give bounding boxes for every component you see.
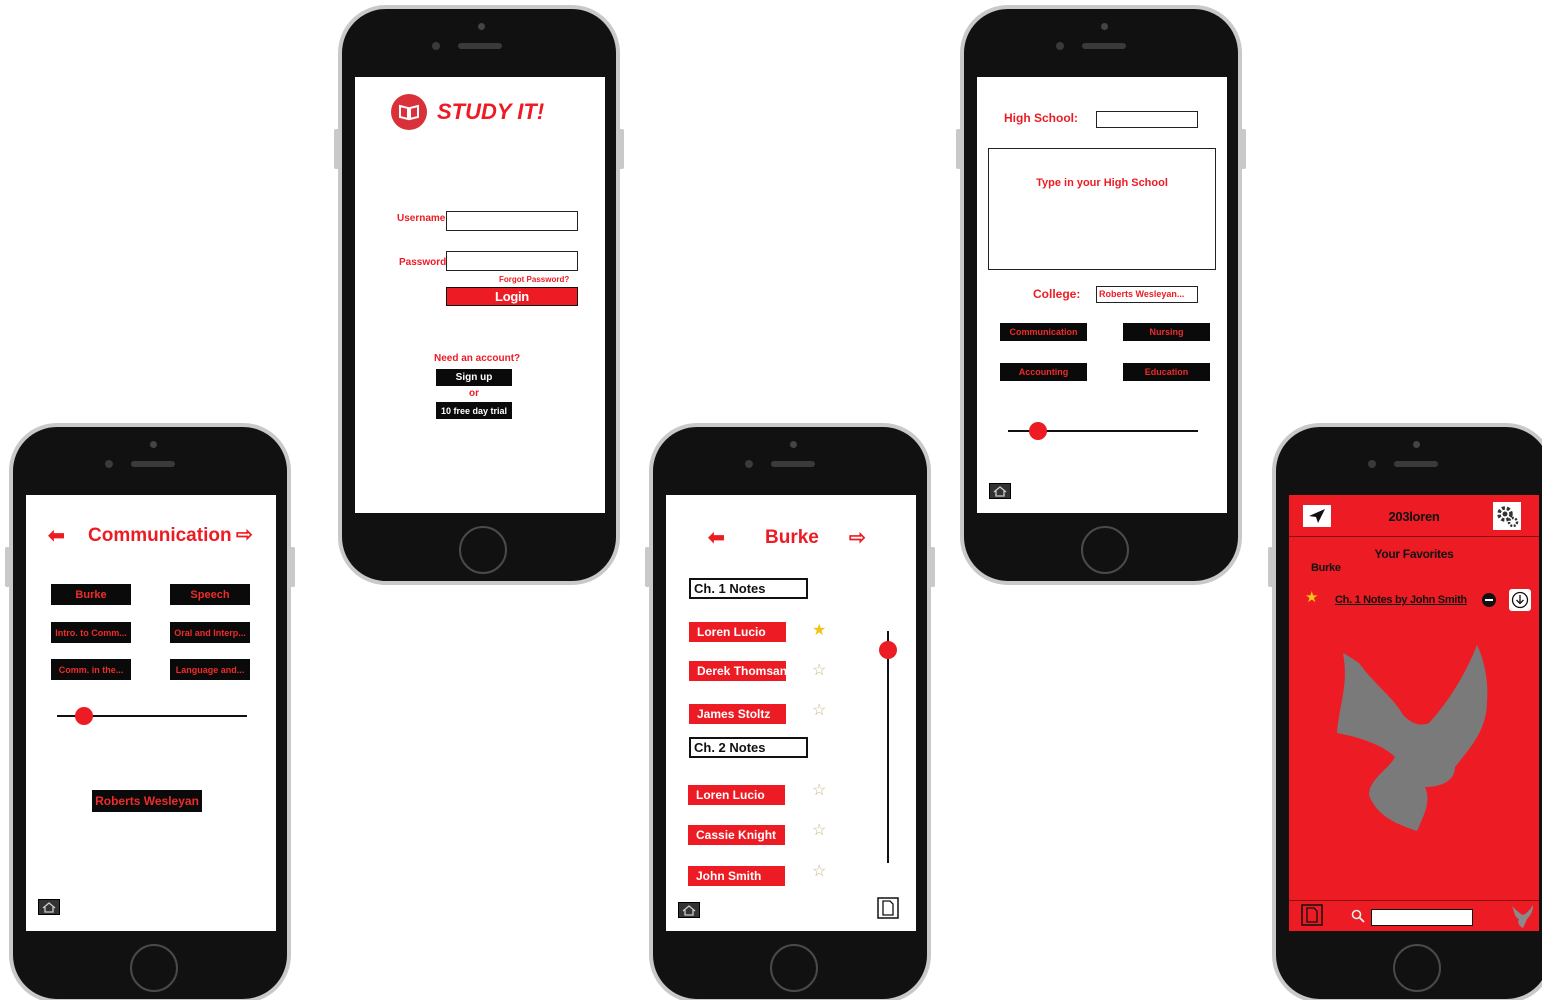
- communication-screen: ⬅ Communication ⇨ Burke Speech Intro. to…: [26, 495, 276, 931]
- login-screen: STUDY IT! Username Password Forgot Passw…: [355, 77, 605, 513]
- course-button[interactable]: Oral and Interp...: [170, 622, 250, 643]
- password-label: Password: [399, 257, 447, 268]
- favorite-star-icon[interactable]: ☆: [812, 703, 826, 719]
- section-header[interactable]: Ch. 1 Notes: [689, 578, 808, 599]
- high-school-label: High School:: [1004, 111, 1078, 125]
- free-trial-button[interactable]: 10 free day trial: [436, 402, 512, 419]
- home-icon[interactable]: [989, 483, 1011, 499]
- school-button[interactable]: Roberts Wesleyan: [92, 790, 202, 812]
- section-header[interactable]: Ch. 2 Notes: [689, 737, 808, 758]
- major-education-button[interactable]: Education: [1123, 363, 1210, 381]
- author-button[interactable]: Derek Thomsan: [689, 661, 786, 681]
- eagle-mascot-icon: [1329, 645, 1499, 835]
- burke-screen: ⬅ Burke ⇨ Ch. 1 Notes Loren Lucio ★ Dere…: [666, 495, 916, 931]
- profile-screen: 203loren Your Favorites Burke ★ Ch. 1 No…: [1289, 495, 1539, 931]
- school-screen: High School: Type in your High School Co…: [977, 77, 1227, 513]
- home-hardware-button: [459, 526, 507, 574]
- forward-arrow-icon[interactable]: ⇨: [236, 525, 253, 545]
- settings-gear-icon[interactable]: [1493, 502, 1521, 530]
- high-school-search-box[interactable]: Type in your High School: [988, 148, 1216, 270]
- eagle-nav-icon[interactable]: [1509, 903, 1535, 929]
- phone-school: High School: Type in your High School Co…: [956, 5, 1246, 585]
- favorite-star-icon[interactable]: ★: [1305, 590, 1318, 605]
- communication-slider-knob[interactable]: [75, 707, 93, 725]
- search-input[interactable]: [1371, 909, 1473, 926]
- author-button[interactable]: Loren Lucio: [689, 622, 786, 642]
- home-hardware-button: [1393, 944, 1441, 992]
- home-hardware-button: [1081, 526, 1129, 574]
- sign-up-button[interactable]: Sign up: [436, 369, 512, 386]
- need-account-text: Need an account?: [434, 353, 521, 364]
- home-icon[interactable]: [38, 899, 60, 915]
- major-accounting-button[interactable]: Accounting: [1000, 363, 1087, 381]
- favorite-star-icon[interactable]: ☆: [812, 663, 826, 679]
- scroll-knob[interactable]: [879, 641, 897, 659]
- remove-icon[interactable]: [1482, 593, 1496, 607]
- course-button[interactable]: Intro. to Comm...: [51, 622, 131, 643]
- favorite-item-link[interactable]: Ch. 1 Notes by John Smith: [1335, 594, 1467, 606]
- forgot-password-link[interactable]: Forgot Password?: [499, 275, 569, 284]
- college-label: College:: [1033, 287, 1081, 301]
- favorite-star-icon[interactable]: ☆: [812, 783, 826, 799]
- favorite-course-label: Burke: [1311, 562, 1341, 574]
- phone-profile: 203loren Your Favorites Burke ★ Ch. 1 No…: [1268, 423, 1542, 1000]
- author-button[interactable]: Loren Lucio: [688, 785, 785, 805]
- search-icon[interactable]: [1351, 909, 1365, 923]
- scroll-track[interactable]: [887, 631, 889, 863]
- header-divider: [1289, 536, 1539, 537]
- document-icon[interactable]: [1301, 904, 1323, 926]
- password-input[interactable]: [446, 251, 578, 271]
- page-title: Burke: [765, 527, 819, 548]
- username-label: Username: [397, 213, 446, 224]
- document-icon[interactable]: [877, 897, 899, 919]
- back-arrow-icon[interactable]: ⬅: [708, 528, 725, 548]
- username-input[interactable]: [446, 211, 578, 231]
- favorite-star-icon[interactable]: ★: [812, 623, 826, 639]
- major-communication-button[interactable]: Communication: [1000, 323, 1087, 341]
- favorites-title: Your Favorites: [1374, 547, 1454, 561]
- home-hardware-button: [130, 944, 178, 992]
- author-button[interactable]: Cassie Knight: [688, 825, 785, 845]
- app-logo-text: STUDY IT!: [437, 99, 545, 124]
- forward-arrow-icon[interactable]: ⇨: [849, 528, 866, 548]
- footer-divider: [1289, 900, 1539, 901]
- major-nursing-button[interactable]: Nursing: [1123, 323, 1210, 341]
- phone-communication: ⬅ Communication ⇨ Burke Speech Intro. to…: [5, 423, 295, 1000]
- page-title: Communication: [88, 525, 232, 546]
- course-button[interactable]: Language and...: [170, 659, 250, 680]
- course-button[interactable]: Speech: [170, 584, 250, 605]
- college-input[interactable]: Roberts Wesleyan...: [1096, 286, 1198, 303]
- course-button[interactable]: Burke: [51, 584, 131, 605]
- favorite-star-icon[interactable]: ☆: [812, 823, 826, 839]
- login-button[interactable]: Login: [446, 287, 578, 306]
- high-school-hint: Type in your High School: [1036, 177, 1168, 189]
- high-school-input[interactable]: [1096, 111, 1198, 128]
- author-button[interactable]: John Smith: [688, 866, 785, 886]
- school-slider-knob[interactable]: [1029, 422, 1047, 440]
- back-arrow-icon[interactable]: ⬅: [48, 526, 65, 546]
- phone-login: STUDY IT! Username Password Forgot Passw…: [334, 5, 624, 585]
- book-logo-icon: [391, 94, 427, 130]
- author-button[interactable]: James Stoltz: [689, 704, 786, 724]
- or-text: or: [469, 388, 479, 399]
- course-button[interactable]: Comm. in the...: [51, 659, 131, 680]
- favorite-star-icon[interactable]: ☆: [812, 864, 826, 880]
- home-icon[interactable]: [678, 902, 700, 918]
- phone-burke: ⬅ Burke ⇨ Ch. 1 Notes Loren Lucio ★ Dere…: [645, 423, 935, 1000]
- home-hardware-button: [770, 944, 818, 992]
- download-icon[interactable]: [1509, 589, 1531, 611]
